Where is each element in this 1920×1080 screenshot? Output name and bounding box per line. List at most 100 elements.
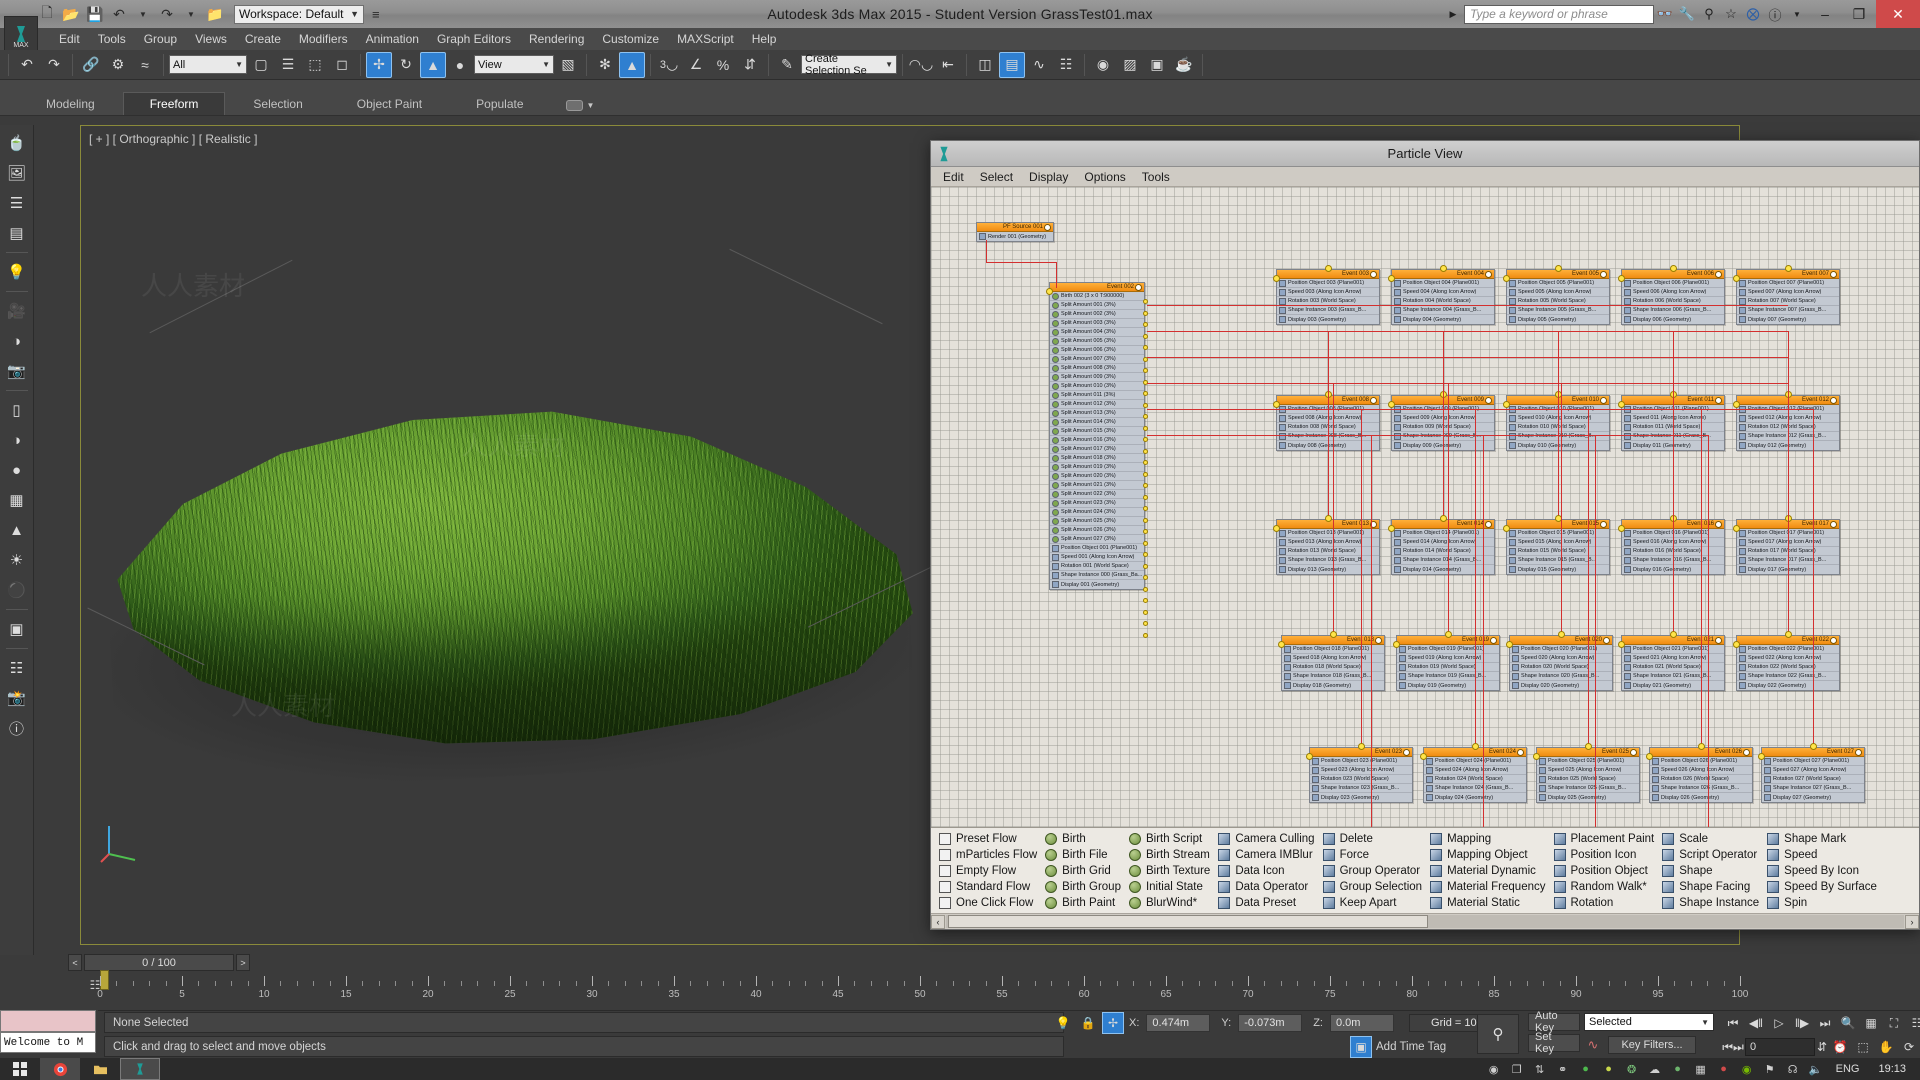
node-operator-row[interactable]: Display 026 (Geometry) (1650, 793, 1752, 802)
node-operator-row[interactable]: Display 015 (Geometry) (1507, 565, 1609, 574)
gear-icon[interactable] (1485, 521, 1492, 528)
node-operator-row[interactable]: Position Object 001 (Plane001) (1050, 544, 1144, 553)
node-operator-row[interactable]: Display 023 (Geometry) (1310, 793, 1412, 802)
node-operator-row[interactable]: Rotation 013 (World Space) (1277, 547, 1379, 556)
node-operator-row[interactable]: Render 001 (Geometry) (977, 232, 1053, 241)
pv-menu-edit[interactable]: Edit (935, 169, 972, 185)
node-operator-row[interactable]: Split Amount 012 (3%) (1050, 400, 1144, 409)
gear-icon[interactable] (1375, 637, 1382, 644)
gear-icon[interactable] (1600, 397, 1607, 404)
material-browser-icon[interactable]: 🖼 (3, 159, 31, 187)
depot-item-mapping-object[interactable]: Mapping Object (1428, 847, 1551, 862)
depot-item-one-click-flow[interactable]: One Click Flow (937, 895, 1043, 910)
node-operator-row[interactable]: Position Object 027 (Plane001) (1762, 757, 1864, 766)
zoom-all-icon[interactable]: ▦ (1860, 1012, 1882, 1034)
menu-item-modifiers[interactable]: Modifiers (290, 30, 357, 48)
time-configuration-icon[interactable]: ⏰ (1829, 1036, 1851, 1058)
record-icon[interactable]: ● (1713, 1058, 1735, 1080)
node-output-dot[interactable] (1143, 391, 1148, 396)
sphere-primitive-icon[interactable]: ● (3, 456, 31, 484)
search-input[interactable]: Type a keyword or phrase (1464, 5, 1654, 24)
graphite-modeling-toggle-icon[interactable]: ▤ (999, 52, 1025, 78)
depot-item-preset-flow[interactable]: Preset Flow (937, 831, 1043, 846)
depot-item-scale[interactable]: Scale (1660, 831, 1765, 846)
menu-item-views[interactable]: Views (186, 30, 236, 48)
y-coordinate-field[interactable]: -0.073m (1238, 1014, 1302, 1032)
placement-tool-icon[interactable]: ● (447, 52, 473, 78)
node-operator-row[interactable]: Display 005 (Geometry) (1507, 315, 1609, 324)
menu-item-help[interactable]: Help (743, 30, 786, 48)
previous-frame-icon[interactable]: ◀‖ (1745, 1012, 1767, 1034)
ribbon-tab-freeform[interactable]: Freeform (123, 92, 226, 115)
timeline-playhead[interactable] (100, 970, 109, 990)
orbit-icon[interactable]: ⟳ (1898, 1036, 1920, 1058)
maxscript-macro-recorder-pane[interactable] (0, 1010, 96, 1032)
selection-filter-combo[interactable]: All ▼ (169, 55, 247, 74)
node-operator-row[interactable]: Speed 027 (Along Icon Arrow) (1762, 766, 1864, 775)
node-operator-row[interactable]: Speed 013 (Along Icon Arrow) (1277, 538, 1379, 547)
node-operator-row[interactable]: Split Amount 027 (3%) (1050, 535, 1144, 544)
select-object-icon[interactable]: ▢ (248, 52, 274, 78)
pv-menu-options[interactable]: Options (1076, 169, 1133, 185)
node-operator-row[interactable]: Speed 026 (Along Icon Arrow) (1650, 766, 1752, 775)
gear-icon[interactable] (1485, 271, 1492, 278)
node-input-dot[interactable] (1758, 753, 1765, 760)
node-output-dot[interactable] (1143, 414, 1148, 419)
node-operator-row[interactable]: Speed 015 (Along Icon Arrow) (1507, 538, 1609, 547)
file-explorer-icon[interactable] (80, 1058, 120, 1080)
display-icon[interactable]: ▦ (1690, 1058, 1712, 1080)
depot-item-group-selection[interactable]: Group Selection (1321, 879, 1428, 894)
play-animation-icon[interactable]: ▷ (1768, 1012, 1790, 1034)
node-operator-row[interactable]: Position Object 020 (Plane001) (1510, 645, 1612, 654)
spotify-icon[interactable]: ● (1575, 1058, 1597, 1080)
node-operator-row[interactable]: Birth 002 (3 x 0 T:900000) (1050, 292, 1144, 301)
node-output-dot[interactable] (1143, 633, 1148, 638)
node-operator-row[interactable]: Speed 025 (Along Icon Arrow) (1537, 766, 1639, 775)
depot-item-random-walk[interactable]: Random Walk* (1552, 879, 1661, 894)
curve-editor-icon[interactable]: ∿ (1026, 52, 1052, 78)
scrollbar-track[interactable] (946, 915, 1904, 928)
volume-icon[interactable]: 🔈 (1805, 1058, 1827, 1080)
zoom-region-icon[interactable]: ⬚ (1852, 1036, 1874, 1058)
node-operator-row[interactable]: Split Amount 021 (3%) (1050, 481, 1144, 490)
undo-icon[interactable]: ↶ (108, 3, 130, 25)
snaps-toggle-icon[interactable]: ▲ (619, 52, 645, 78)
node-output-dot[interactable] (1143, 587, 1148, 592)
node-operator-row[interactable]: Position Object 005 (Plane001) (1507, 279, 1609, 288)
particle-event-node[interactable]: Event 021Position Object 021 (Plane001)S… (1621, 635, 1725, 691)
node-output-dot[interactable] (1143, 322, 1148, 327)
maxscript-prompt[interactable]: Welcome to M (0, 1032, 96, 1053)
node-operator-row[interactable]: Speed 006 (Along Icon Arrow) (1622, 288, 1724, 297)
node-operator-row[interactable]: Shape Instance 015 (Grass_B... (1507, 556, 1609, 565)
timeline-ruler[interactable]: 0510152025303540455055606570758085909510… (100, 972, 1740, 998)
go-to-end-icon[interactable]: ⏭ (1814, 1012, 1836, 1034)
particle-event-node[interactable]: Event 026Position Object 026 (Plane001)S… (1649, 747, 1753, 803)
gear-icon[interactable] (1830, 637, 1837, 644)
zoom-icon[interactable]: 🔍 (1837, 1012, 1859, 1034)
node-operator-row[interactable]: Split Amount 018 (3%) (1050, 454, 1144, 463)
node-output-dot[interactable] (1143, 529, 1148, 534)
depot-item-birth-group[interactable]: Birth Group (1043, 879, 1127, 894)
node-operator-row[interactable]: Shape Instance 004 (Grass_B... (1392, 306, 1494, 315)
scrollbar-thumb[interactable] (948, 915, 1428, 928)
node-operator-row[interactable]: Shape Instance 025 (Grass_B... (1537, 784, 1639, 793)
select-by-name-icon[interactable]: ☰ (275, 52, 301, 78)
particle-event-node[interactable]: Event 027Position Object 027 (Plane001)S… (1761, 747, 1865, 803)
node-input-dot[interactable] (1585, 743, 1592, 750)
node-operator-row[interactable]: Display 018 (Geometry) (1282, 681, 1384, 690)
node-operator-row[interactable]: Display 006 (Geometry) (1622, 315, 1724, 324)
close-button[interactable]: ✕ (1876, 0, 1920, 28)
node-output-dot[interactable] (1143, 368, 1148, 373)
depot-item-data-operator[interactable]: Data Operator (1216, 879, 1320, 894)
node-output-dot[interactable] (1143, 598, 1148, 603)
node-input-dot[interactable] (1733, 275, 1740, 282)
node-operator-row[interactable]: Rotation 018 (World Space) (1282, 663, 1384, 672)
depot-item-speed-by-icon[interactable]: Speed By Icon (1765, 863, 1883, 878)
node-input-dot[interactable] (1388, 401, 1395, 408)
particle-event-node[interactable]: Event 024Position Object 024 (Plane001)S… (1423, 747, 1527, 803)
search-expand-icon[interactable]: ▶ (1442, 3, 1464, 25)
gear-icon[interactable] (1370, 271, 1377, 278)
node-input-dot[interactable] (1325, 265, 1332, 272)
node-operator-row[interactable]: Shape Instance 026 (Grass_B... (1650, 784, 1752, 793)
particle-view-horizontal-scrollbar[interactable]: ‹ › (931, 913, 1919, 929)
